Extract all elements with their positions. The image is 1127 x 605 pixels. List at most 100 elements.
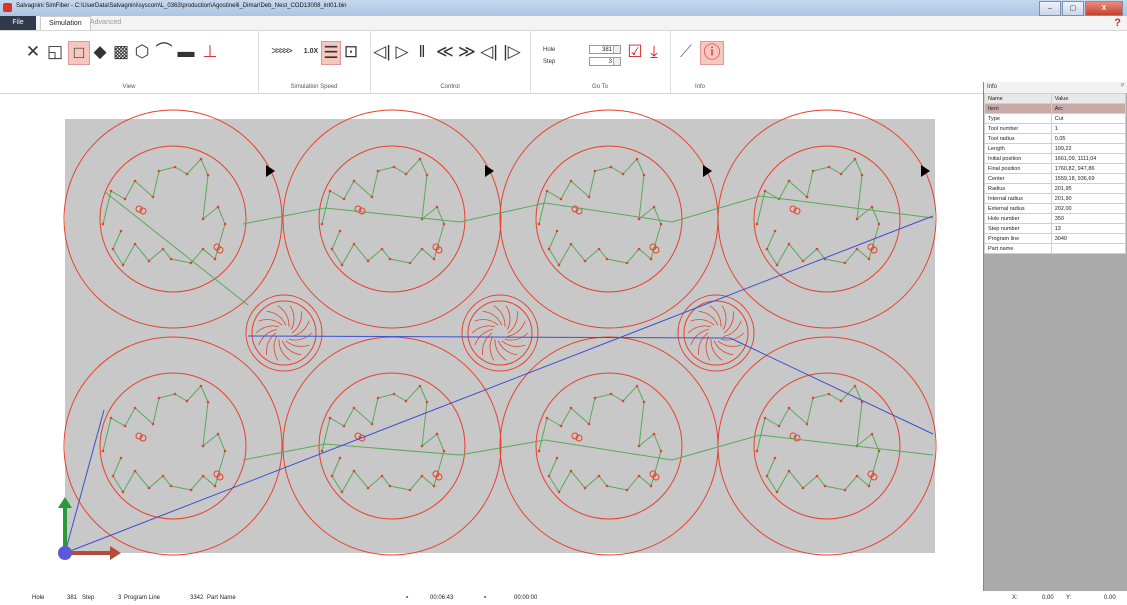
hole-input[interactable]: 381 xyxy=(589,45,621,54)
info-row[interactable]: Final position 1760,82, 947,86 xyxy=(984,163,1127,174)
x-coordinate-value: 0.00 xyxy=(1042,595,1054,601)
cut-point xyxy=(216,432,220,436)
step-input[interactable]: 3 xyxy=(589,57,621,66)
cut-point xyxy=(652,432,656,436)
cut-point xyxy=(185,172,189,176)
cut-point xyxy=(352,242,356,246)
cut-point xyxy=(199,157,203,161)
info-row[interactable]: Length 199,22 xyxy=(984,143,1127,154)
view-group-label: View xyxy=(122,84,136,90)
goto-check-icon[interactable]: ☑ xyxy=(626,41,644,63)
info-row[interactable]: Internal radius 201,90 xyxy=(984,193,1127,204)
info-row-name: Initial position xyxy=(984,153,1052,164)
simulation-canvas[interactable] xyxy=(0,94,980,591)
goto-down-icon[interactable]: ⤓ xyxy=(646,41,662,63)
cut-point xyxy=(597,247,601,251)
cut-point xyxy=(805,422,809,426)
previous-icon[interactable]: ≪ xyxy=(436,41,454,63)
info-row-value: 1760,82, 947,86 xyxy=(1050,163,1127,174)
cut-point xyxy=(380,247,384,251)
cut-point xyxy=(418,384,422,388)
cut-path-icon[interactable]: ⊥ xyxy=(200,41,220,63)
info-row[interactable]: Program line 3040 xyxy=(984,233,1127,244)
info-row-name: Internal radius xyxy=(984,193,1052,204)
y-coordinate-label: Y: xyxy=(1066,595,1072,601)
pause-icon[interactable]: ‖ xyxy=(414,41,430,63)
tool-view-icon[interactable]: ▬ xyxy=(177,41,195,63)
cut-point xyxy=(805,195,809,199)
help-icon[interactable]: ? xyxy=(1114,17,1121,29)
info-row[interactable]: Part name xyxy=(984,243,1127,254)
cut-point xyxy=(537,222,541,226)
arc-view-icon[interactable]: ⌒ xyxy=(155,41,173,63)
cut-point xyxy=(605,484,609,488)
info-row[interactable]: Hole number 350 xyxy=(984,213,1127,224)
ribbon: ✕ ◱ □ ◆ ▩ ⬡ ⌒ ▬ ⊥ View >>>>> 1.0X ☰ ⊡ Si… xyxy=(0,31,1127,94)
menu-bar: File Simulation Advanced ? xyxy=(0,16,1127,31)
rewind-icon[interactable]: ◁| xyxy=(480,41,498,63)
cut-point xyxy=(442,449,446,453)
info-row[interactable]: Initial position 1661,09, 1111,04 xyxy=(984,153,1127,164)
step-forward-icon[interactable]: |▷ xyxy=(502,41,522,63)
tab-advanced[interactable]: Advanced xyxy=(82,16,129,30)
cut-point xyxy=(111,474,115,478)
step-back-icon[interactable]: ◁| xyxy=(372,41,392,63)
hole-label: Hole xyxy=(543,47,556,53)
cut-point xyxy=(133,406,137,410)
cut-point xyxy=(649,257,653,261)
cut-point xyxy=(537,449,541,453)
cut-point xyxy=(877,222,881,226)
list-view-icon[interactable]: ☰ xyxy=(321,41,341,65)
fit-view-icon[interactable]: ✕ xyxy=(24,41,42,63)
cut-point xyxy=(121,263,125,267)
cut-point xyxy=(161,474,165,478)
cut-point xyxy=(328,189,332,193)
sheet-view-icon[interactable]: ▩ xyxy=(112,41,130,63)
info-col-value: Value xyxy=(1050,93,1127,104)
tab-file[interactable]: File xyxy=(0,16,36,30)
cut-point xyxy=(206,400,210,404)
cut-point xyxy=(418,157,422,161)
info-icon[interactable]: ⓘ xyxy=(700,41,724,65)
info-row[interactable]: Item Arc xyxy=(984,103,1127,114)
cut-point xyxy=(223,449,227,453)
step-mode-icon[interactable]: ⊡ xyxy=(342,41,360,63)
cut-point xyxy=(320,222,324,226)
speed-value: 1.0X xyxy=(303,48,319,55)
info-row[interactable]: Radius 201,95 xyxy=(984,183,1127,194)
solid-view-icon[interactable]: ◆ xyxy=(91,41,109,63)
info-row[interactable]: Center 1559,18, 936,69 xyxy=(984,173,1127,184)
zoom-window-icon[interactable]: ◱ xyxy=(46,41,64,63)
cut-point xyxy=(425,400,429,404)
cut-point xyxy=(569,242,573,246)
cut-point xyxy=(635,384,639,388)
cut-point xyxy=(435,205,439,209)
cut-point xyxy=(101,449,105,453)
goto-group: Hole 381 Step 3 ☑ ⤓ Go To xyxy=(530,31,671,93)
info-row[interactable]: Step number 13 xyxy=(984,223,1127,234)
cut-point xyxy=(408,261,412,265)
cut-point xyxy=(173,165,177,169)
cut-point xyxy=(877,449,881,453)
measure-icon[interactable]: ⟋ xyxy=(676,41,696,63)
cut-point xyxy=(328,416,332,420)
cut-point xyxy=(147,486,151,490)
close-button[interactable]: X xyxy=(1085,1,1123,16)
top-view-icon[interactable]: □ xyxy=(68,41,90,65)
cut-point xyxy=(635,157,639,161)
cut-point xyxy=(775,490,779,494)
wireframe-view-icon[interactable]: ⬡ xyxy=(133,41,151,63)
speed-slider-icon[interactable]: >>>>> xyxy=(262,41,300,63)
cut-point xyxy=(216,205,220,209)
info-row[interactable]: Tool number 1 xyxy=(984,123,1127,134)
play-icon[interactable]: ▷ xyxy=(394,41,410,63)
maximize-button[interactable]: ▢ xyxy=(1062,1,1084,16)
info-row[interactable]: External radius 202,00 xyxy=(984,203,1127,214)
info-row[interactable]: Tool radius 0,05 xyxy=(984,133,1127,144)
info-row[interactable]: Type Cut xyxy=(984,113,1127,124)
simulation-view[interactable] xyxy=(0,94,980,591)
minimize-button[interactable]: – xyxy=(1039,1,1061,16)
cut-point xyxy=(583,486,587,490)
pin-icon[interactable]: ᴾ xyxy=(1121,82,1124,93)
next-icon[interactable]: ≫ xyxy=(458,41,476,63)
